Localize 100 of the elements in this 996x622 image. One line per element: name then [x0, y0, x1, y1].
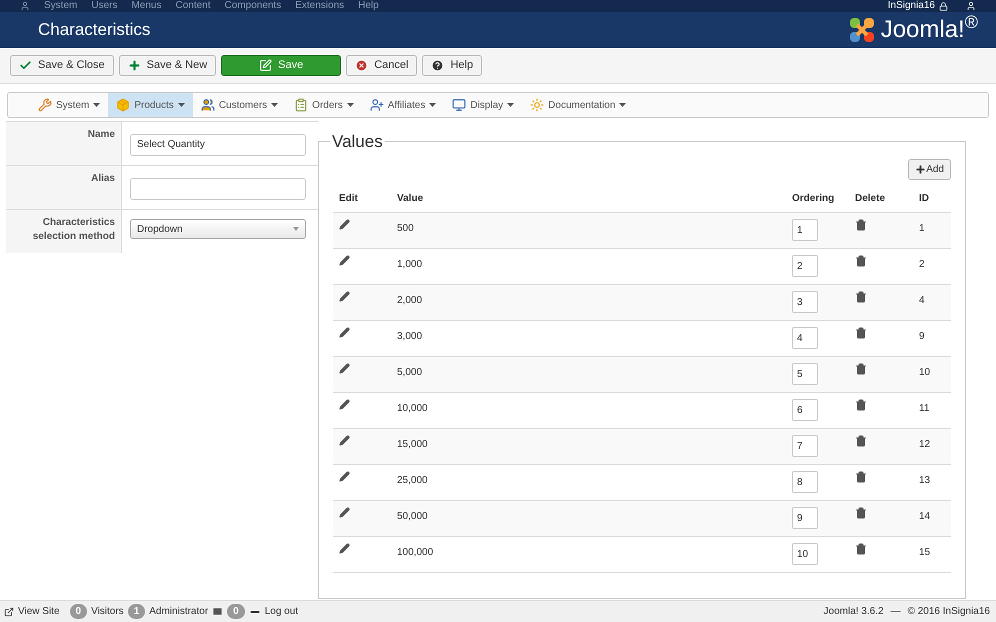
top-menu-item[interactable]: Menus [131, 1, 162, 11]
delete-icon[interactable] [855, 471, 867, 483]
help-icon [431, 59, 444, 72]
menu-label: Display [470, 98, 504, 112]
plus-icon [915, 164, 926, 174]
ordering-field[interactable]: 5 [792, 363, 818, 385]
ordering-field[interactable]: 10 [792, 543, 818, 565]
delete-icon[interactable] [855, 543, 867, 555]
field-label: Characteristics selection method [6, 210, 122, 253]
top-menu-item[interactable]: Extensions [295, 1, 344, 11]
caret-icon [93, 103, 100, 107]
count-badge: 1 [128, 604, 146, 619]
table-cell: 1 [919, 223, 925, 234]
delete-icon[interactable] [855, 255, 867, 267]
ordering-field[interactable]: 7 [792, 435, 818, 457]
toolbar-button[interactable]: Save & Close [10, 55, 114, 76]
menu-tab[interactable]: System [30, 93, 108, 117]
toolbar-button[interactable]: Save & New [118, 55, 216, 76]
add-button[interactable]: Add [908, 158, 951, 180]
ordering-field[interactable]: 2 [792, 255, 818, 277]
count-badge: 0 [70, 604, 88, 619]
edit-icon[interactable] [339, 327, 350, 338]
menu-tab[interactable]: Orders [286, 93, 362, 117]
ordering-field[interactable]: 3 [792, 291, 818, 313]
delete-icon[interactable] [855, 291, 867, 303]
delete-icon[interactable] [855, 219, 867, 231]
edit-icon[interactable] [339, 255, 350, 266]
top-menu-item[interactable]: Users [91, 1, 118, 11]
menu-label: Affiliates [388, 98, 426, 112]
plus-icon [128, 59, 141, 72]
admins-label: Administrator [149, 605, 208, 619]
table-cell: 2,000 [397, 295, 422, 306]
monitor-icon [452, 98, 466, 112]
menu-label: Customers [218, 98, 268, 112]
page-title: Characteristics [38, 19, 150, 42]
edit-icon[interactable] [339, 399, 350, 410]
delete-icon[interactable] [855, 327, 867, 339]
table-cell: 10 [919, 367, 930, 378]
edit-icon[interactable] [339, 435, 350, 446]
text-field[interactable] [130, 178, 306, 200]
users-icon [200, 98, 215, 112]
toolbar-button[interactable]: Cancel [346, 55, 418, 76]
caret-icon [271, 103, 278, 107]
edit-icon[interactable] [339, 543, 350, 554]
clipboard-icon [294, 98, 308, 112]
lock-icon [939, 2, 948, 10]
top-menu-item[interactable]: Components [224, 1, 282, 11]
toolbar-button[interactable]: Save [221, 55, 342, 76]
copyright-text: © 2016 InSignia16 [908, 605, 990, 619]
check-icon [19, 59, 32, 72]
delete-icon[interactable] [855, 507, 867, 519]
caret-icon [293, 227, 299, 231]
table-cell: 3,000 [397, 331, 422, 342]
column-header: ID [919, 193, 929, 204]
logout-link[interactable]: Log out [264, 604, 298, 619]
edit-icon[interactable] [339, 219, 350, 230]
panel-legend: Values [330, 129, 385, 154]
edit-icon[interactable] [339, 471, 350, 482]
delete-icon[interactable] [855, 435, 867, 447]
field-label: Alias [6, 166, 122, 209]
view-site-link[interactable]: View Site [18, 604, 60, 619]
ordering-field[interactable]: 9 [792, 507, 818, 529]
menu-tab[interactable]: Products [108, 93, 193, 117]
menu-label: Orders [312, 98, 343, 112]
column-header: Edit [339, 193, 358, 204]
ordering-field[interactable]: 8 [792, 471, 818, 493]
user-icon[interactable] [966, 1, 976, 11]
text-field[interactable]: Select Quantity [130, 134, 306, 156]
menu-label: System [56, 98, 90, 112]
menu-tab[interactable]: Documentation [522, 93, 634, 117]
close-icon [355, 59, 368, 72]
edit-icon[interactable] [339, 363, 350, 374]
toolbar-button[interactable]: Help [422, 55, 482, 76]
visitors-label: Visitors [91, 605, 124, 619]
top-menu-item[interactable]: System [44, 1, 78, 11]
username[interactable]: InSignia16 [888, 1, 935, 11]
ordering-field[interactable]: 4 [792, 327, 818, 349]
top-menu-item[interactable]: Content [175, 1, 211, 11]
separator-text: — [890, 605, 901, 619]
delete-icon[interactable] [855, 363, 867, 375]
column-header: Ordering [792, 193, 834, 204]
method-select[interactable]: Dropdown [130, 219, 306, 239]
table-cell: 12 [919, 439, 930, 450]
table-cell: 2 [919, 259, 925, 270]
ordering-field[interactable]: 1 [792, 219, 818, 241]
edit-icon[interactable] [339, 507, 350, 518]
menu-tab[interactable]: Customers [192, 93, 286, 117]
table-cell: 5,000 [397, 367, 422, 378]
ordering-field[interactable]: 6 [792, 399, 818, 421]
top-menu-item[interactable]: Help [358, 1, 379, 11]
table-cell: 14 [919, 511, 930, 522]
delete-icon[interactable] [855, 399, 867, 411]
column-header: Value [397, 193, 424, 204]
menu-tab[interactable]: Display [444, 93, 522, 117]
sun-icon [530, 98, 544, 112]
table-cell: 10,000 [397, 403, 428, 414]
field-label: Name [6, 122, 122, 165]
count-badge: 0 [227, 604, 245, 619]
edit-icon[interactable] [339, 291, 350, 302]
menu-tab[interactable]: Affiliates [362, 93, 444, 117]
